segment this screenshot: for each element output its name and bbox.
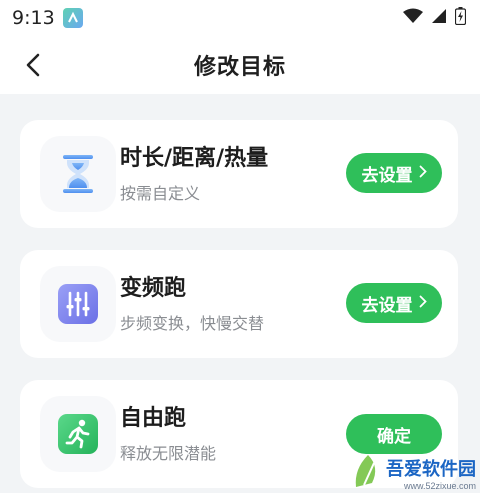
chevron-right-icon — [419, 165, 427, 181]
confirm-button[interactable]: 确定 — [346, 414, 442, 454]
button-label: 去设置 — [361, 295, 413, 315]
status-bar: 9:13 — [0, 0, 480, 36]
signal-icon — [431, 7, 447, 29]
button-label: 去设置 — [361, 165, 413, 185]
page-title: 修改目标 — [193, 55, 286, 80]
wifi-icon — [403, 7, 423, 29]
chevron-right-icon — [419, 295, 427, 311]
chevron-left-icon — [26, 53, 40, 77]
running-person-icon — [58, 414, 98, 454]
button-label: 确定 — [377, 426, 411, 446]
hourglass-icon — [63, 155, 93, 193]
card-title: 变频跑 — [120, 276, 187, 301]
goal-card-interval: 变频跑 步频变换，快慢交替 去设置 — [20, 250, 458, 358]
card-subtitle: 释放无限潜能 — [120, 444, 217, 463]
goal-card-free-run: 自由跑 释放无限潜能 确定 — [20, 380, 458, 488]
status-time: 9:13 — [12, 7, 55, 29]
app-notification-icon — [62, 8, 83, 28]
icon-tile — [40, 266, 116, 342]
go-settings-button[interactable]: 去设置 — [346, 283, 442, 323]
battery-icon — [454, 6, 467, 30]
card-title: 时长/距离/热量 — [120, 146, 269, 171]
back-button[interactable] — [18, 50, 48, 80]
header: 修改目标 — [0, 36, 480, 94]
goal-card-duration: 时长/距离/热量 按需自定义 去设置 — [20, 120, 458, 228]
equalizer-icon — [58, 284, 98, 324]
status-left: 9:13 — [12, 7, 83, 29]
go-settings-button[interactable]: 去设置 — [346, 153, 442, 193]
icon-tile — [40, 396, 116, 472]
card-title: 自由跑 — [120, 406, 187, 431]
status-right — [403, 6, 467, 30]
goal-list: 时长/距离/热量 按需自定义 去设置 变频跑 步频变换，快慢交替 去设置 自由跑… — [0, 94, 480, 493]
card-subtitle: 按需自定义 — [120, 184, 201, 203]
icon-tile — [40, 136, 116, 212]
card-subtitle: 步频变换，快慢交替 — [120, 314, 265, 333]
